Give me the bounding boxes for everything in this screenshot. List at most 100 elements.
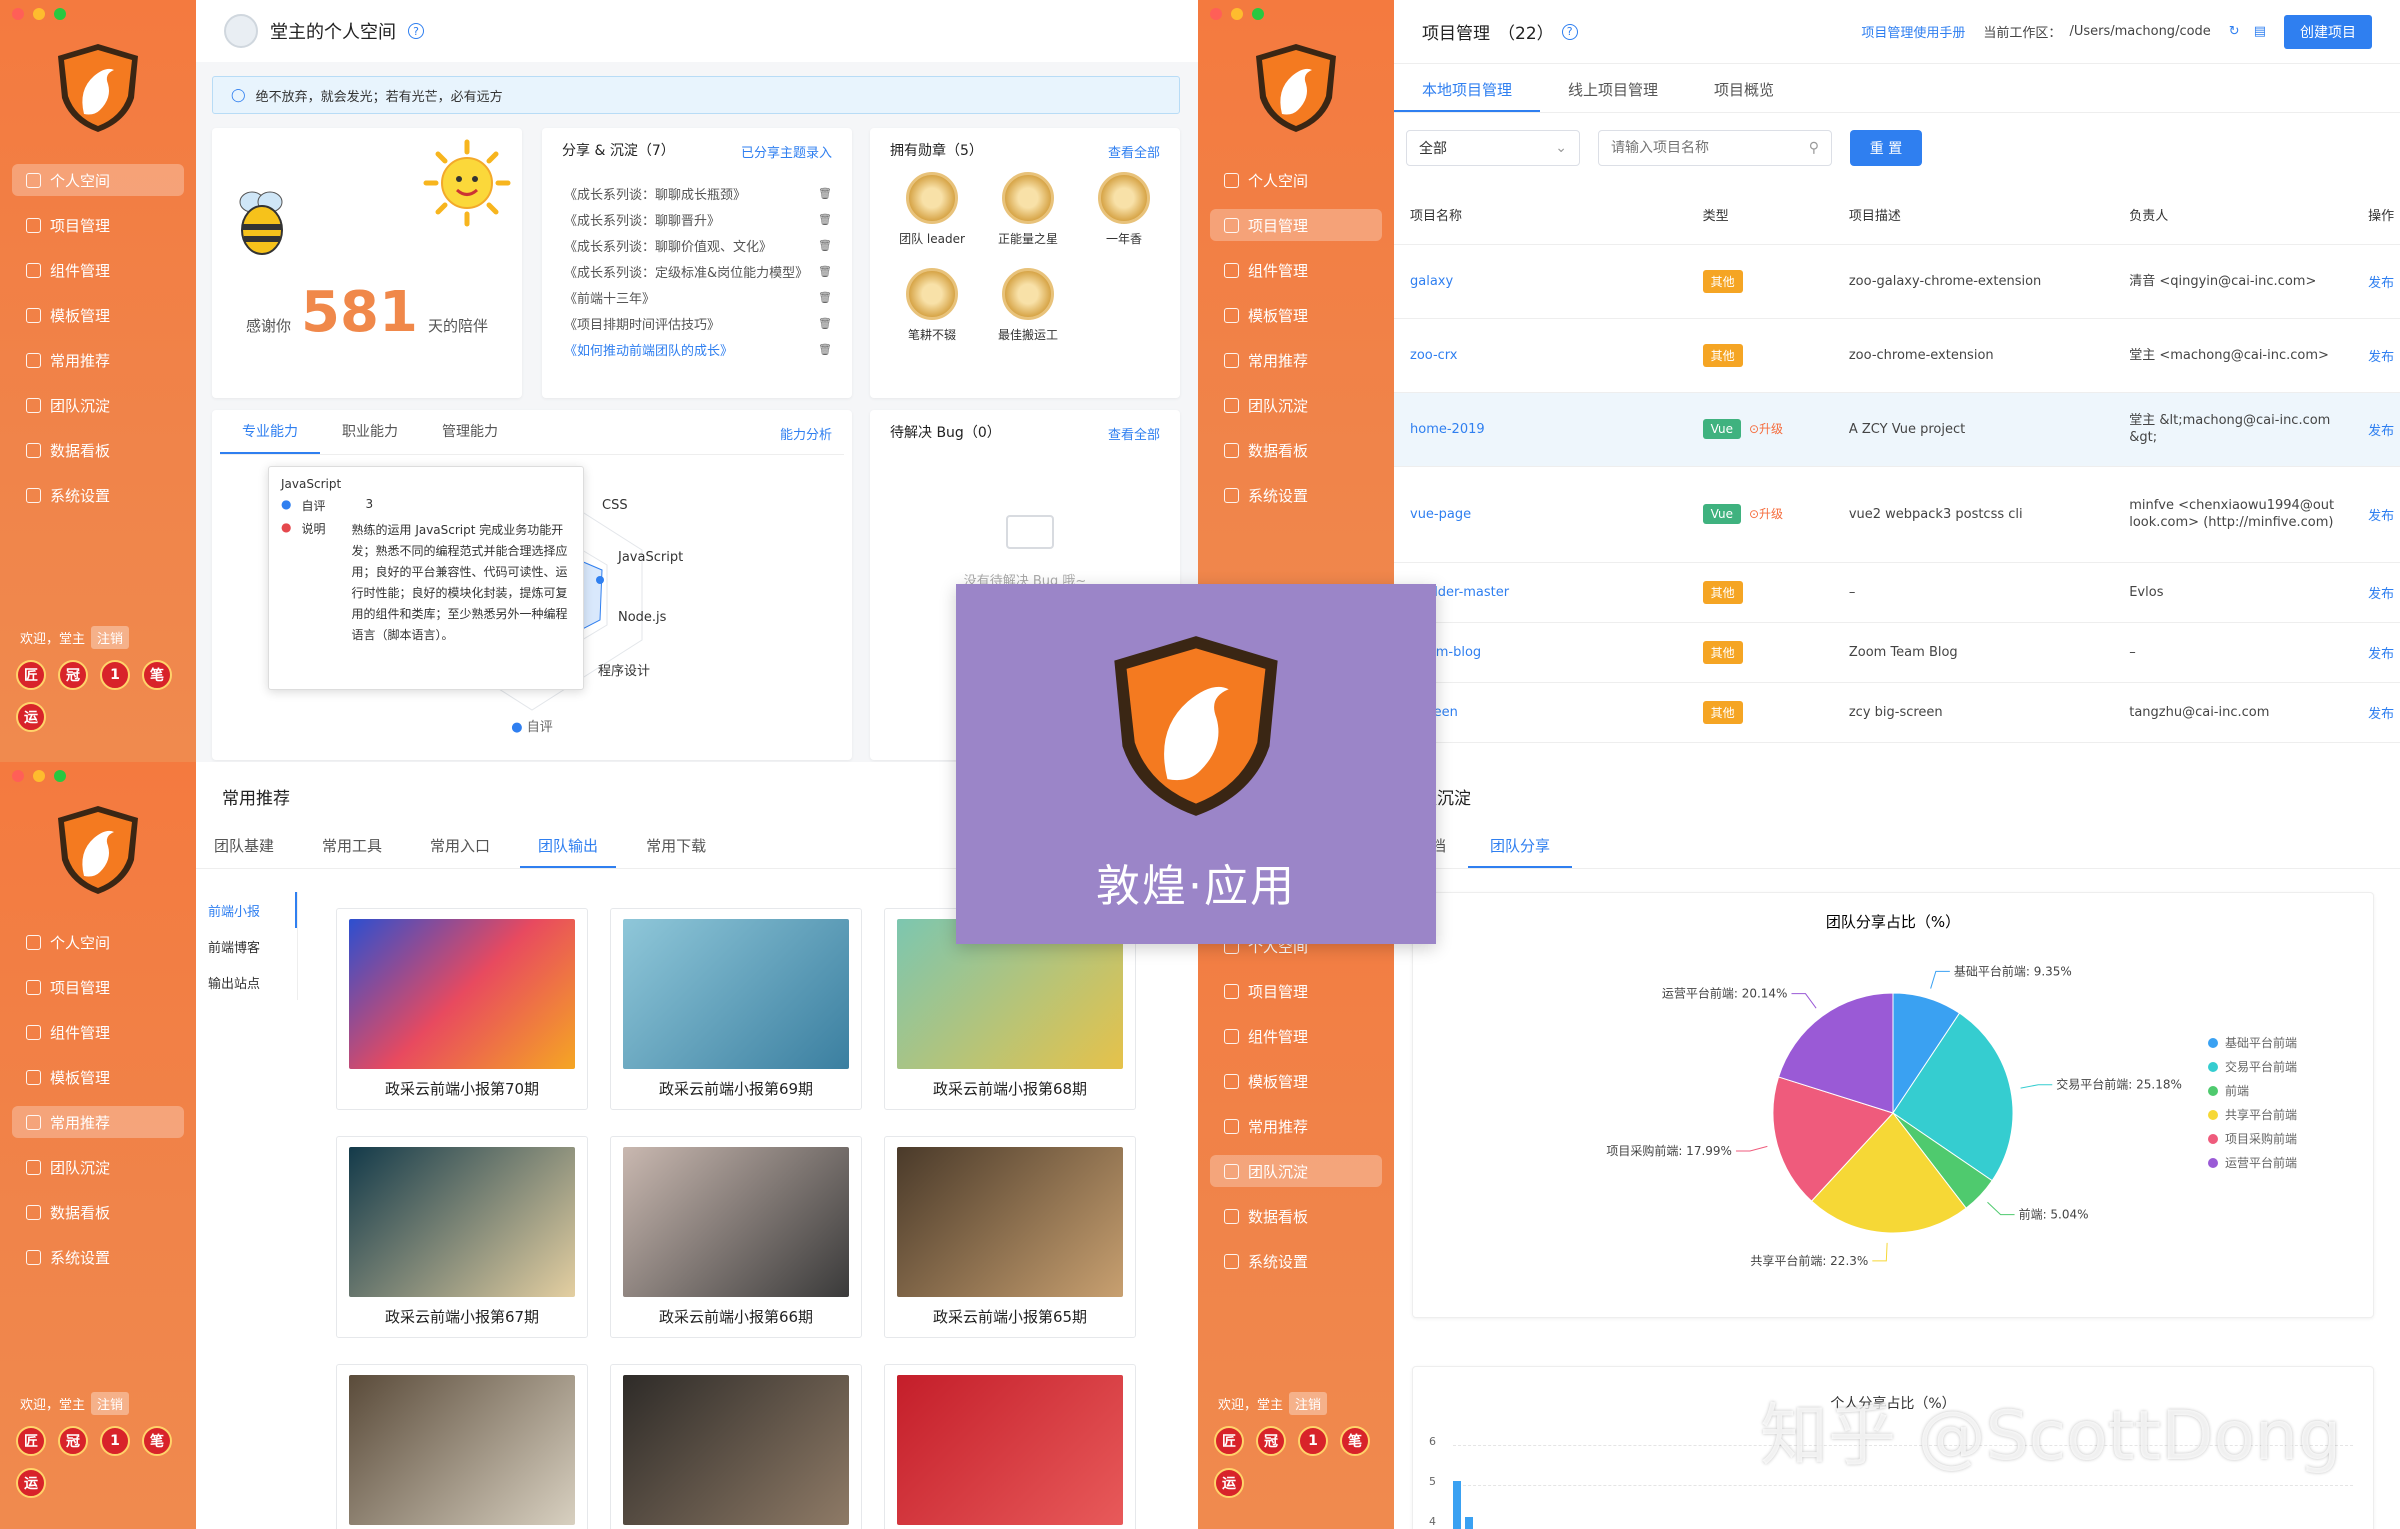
sidebar-item-templates[interactable]: 模板管理 [1210,299,1382,331]
sidebar-item-recommend[interactable]: 常用推荐 [1210,1110,1382,1142]
medal-badge-icon[interactable]: 冠 [1256,1426,1286,1456]
sidebar-item-team[interactable]: 团队沉淀 [1210,389,1382,421]
table-row[interactable]: zoo-crx 其他 zoo-chrome-extension 堂主 <machong… [1394,318,2400,392]
sidebar-item-projects[interactable]: 项目管理 [12,209,184,241]
share-item-title[interactable]: 《项目排期时间评估技巧》 [564,314,720,333]
medal-badge-icon[interactable]: 冠 [58,1426,88,1456]
recommend-subnav-item[interactable]: 输出站点 [208,964,297,1000]
medal-badge-icon[interactable]: 匠 [16,1426,46,1456]
trash-icon[interactable]: 🗑 [818,317,832,330]
medal-badge-icon[interactable]: 1 [100,660,130,690]
sidebar-item-settings[interactable]: 系统设置 [1210,479,1382,511]
share-item-title[interactable]: 《成长系列谈：聊聊价值观、文化》 [564,236,772,255]
sidebar-item-dashboard[interactable]: 数据看板 [12,434,184,466]
medal-badge-icon[interactable]: 冠 [58,660,88,690]
sidebar-item-personal[interactable]: 个人空间 [1210,164,1382,196]
bug-view-all-link[interactable]: 查看全部 [1108,424,1160,443]
trash-icon[interactable]: 🗑 [818,239,832,252]
legend-swatch[interactable] [2208,1038,2218,1048]
legend-label[interactable]: 共享平台前端 [2225,1107,2297,1122]
sidebar-item-recommend[interactable]: 常用推荐 [1210,344,1382,376]
project-name-link[interactable]: eholder-master [1394,562,1687,622]
medal-badge-icon[interactable]: 匠 [16,660,46,690]
sidebar-item-settings[interactable]: 系统设置 [12,479,184,511]
table-row[interactable]: -screen 其他 zcy big-screen tangzhu@cai-inc.c… [1394,682,2400,742]
trash-icon[interactable]: 🗑 [818,187,832,200]
tab-team-1[interactable]: 团队分享 [1468,824,1573,868]
legend-swatch[interactable] [2208,1062,2218,1072]
recommend-subnav-item[interactable]: 前端博客 [208,928,297,964]
help-icon[interactable]: ? [408,23,424,39]
sidebar-item-dashboard[interactable]: 数据看板 [1210,434,1382,466]
tab-recommend-4[interactable]: 常用下载 [628,824,724,868]
trash-icon[interactable]: 🗑 [818,343,832,356]
sidebar-item-components[interactable]: 组件管理 [12,1016,184,1048]
share-item-title[interactable]: 《前端十三年》 [564,288,655,307]
publish-link[interactable]: 发布 [2368,276,2394,291]
sidebar-item-components[interactable]: 组件管理 [12,254,184,286]
sidebar-item-dashboard[interactable]: 数据看板 [12,1196,184,1228]
trash-icon[interactable]: 🗑 [818,213,832,226]
newsletter-card[interactable]: 政采云前端小报第65期 [884,1136,1136,1338]
tab-recommend-2[interactable]: 常用入口 [412,824,508,868]
legend-swatch[interactable] [2208,1134,2218,1144]
legend-label[interactable]: 运营平台前端 [2225,1155,2297,1170]
medal-badge-icon[interactable]: 1 [1298,1426,1328,1456]
medal-badge-icon[interactable]: 匠 [1214,1426,1244,1456]
sidebar-item-templates[interactable]: 模板管理 [12,1061,184,1093]
trash-icon[interactable]: 🗑 [818,265,832,278]
tab-ability-0[interactable]: 专业能力 [220,410,320,454]
sidebar-item-projects[interactable]: 项目管理 [1210,975,1382,1007]
project-name-link[interactable]: galaxy [1394,244,1687,318]
type-filter-select[interactable]: 全部 ⌄ [1406,130,1580,166]
sidebar-item-team[interactable]: 团队沉淀 [12,389,184,421]
tab-recommend-3[interactable]: 团队输出 [520,824,617,868]
logout-button[interactable]: 注销 [91,626,130,649]
publish-link[interactable]: 发布 [2368,647,2394,662]
publish-link[interactable]: 发布 [2368,707,2394,722]
project-name-link[interactable]: -screen [1394,682,1687,742]
window-controls[interactable] [1210,8,1264,20]
project-name-link[interactable]: zoo-crx [1394,318,1687,392]
newsletter-card[interactable]: 政采云前端小报第67期 [336,1136,588,1338]
search-input[interactable] [1611,140,1781,156]
create-project-button[interactable]: 创建项目 [2284,14,2372,49]
legend-label[interactable]: 前端 [2225,1083,2249,1098]
tab-project-1[interactable]: 线上项目管理 [1540,68,1686,112]
medal-badge-icon[interactable]: 1 [100,1426,130,1456]
logout-button[interactable]: 注销 [1289,1392,1328,1415]
manual-link[interactable]: 项目管理使用手册 [1861,22,1965,41]
newsletter-card[interactable] [884,1364,1136,1529]
sidebar-item-settings[interactable]: 系统设置 [1210,1245,1382,1277]
share-item-title[interactable]: 《成长系列谈：聊聊晋升》 [564,210,720,229]
medals-view-all-link[interactable]: 查看全部 [1108,142,1160,161]
tab-ability-1[interactable]: 职业能力 [320,410,420,454]
tab-project-0[interactable]: 本地项目管理 [1394,68,1541,112]
recommend-subnav-item[interactable]: 前端小报 [208,892,297,928]
medal-badge-icon[interactable]: 运 [1214,1468,1244,1498]
sidebar-item-templates[interactable]: 模板管理 [1210,1065,1382,1097]
medal-badge-icon[interactable]: 笔 [1340,1426,1370,1456]
sidebar-item-projects[interactable]: 项目管理 [12,971,184,1003]
legend-swatch[interactable] [2208,1110,2218,1120]
ability-analysis-link[interactable]: 能力分析 [780,424,832,443]
sidebar-item-recommend[interactable]: 常用推荐 [12,1106,184,1138]
sidebar-item-components[interactable]: 组件管理 [1210,254,1382,286]
newsletter-card[interactable]: 政采云前端小报第69期 [610,908,862,1110]
project-name-link[interactable]: -team-blog [1394,622,1687,682]
help-icon[interactable]: ? [1561,23,1578,40]
newsletter-card[interactable] [610,1364,862,1529]
tab-recommend-1[interactable]: 常用工具 [304,824,400,868]
refresh-icon[interactable]: ↻ [2229,24,2240,39]
project-name-link[interactable]: home-2019 [1394,392,1687,466]
share-item-title[interactable]: 《成长系列谈：聊聊成长瓶颈》 [564,184,746,203]
newsletter-card[interactable]: 政采云前端小报第66期 [610,1136,862,1338]
table-row[interactable]: galaxy 其他 zoo-galaxy-chrome-extension 清音 <q… [1394,244,2400,318]
sidebar-item-templates[interactable]: 模板管理 [12,299,184,331]
table-row[interactable]: vue-page Vue ⊙升级 vue2 webpack3 postcss cli m… [1394,466,2400,562]
sidebar-item-projects[interactable]: 项目管理 [1210,209,1382,241]
sidebar-item-personal[interactable]: 个人空间 [12,164,184,196]
legend-label[interactable]: 交易平台前端 [2225,1059,2297,1074]
share-item-title[interactable]: 《如何推动前端团队的成长》 [564,340,733,359]
window-controls[interactable] [12,770,66,782]
